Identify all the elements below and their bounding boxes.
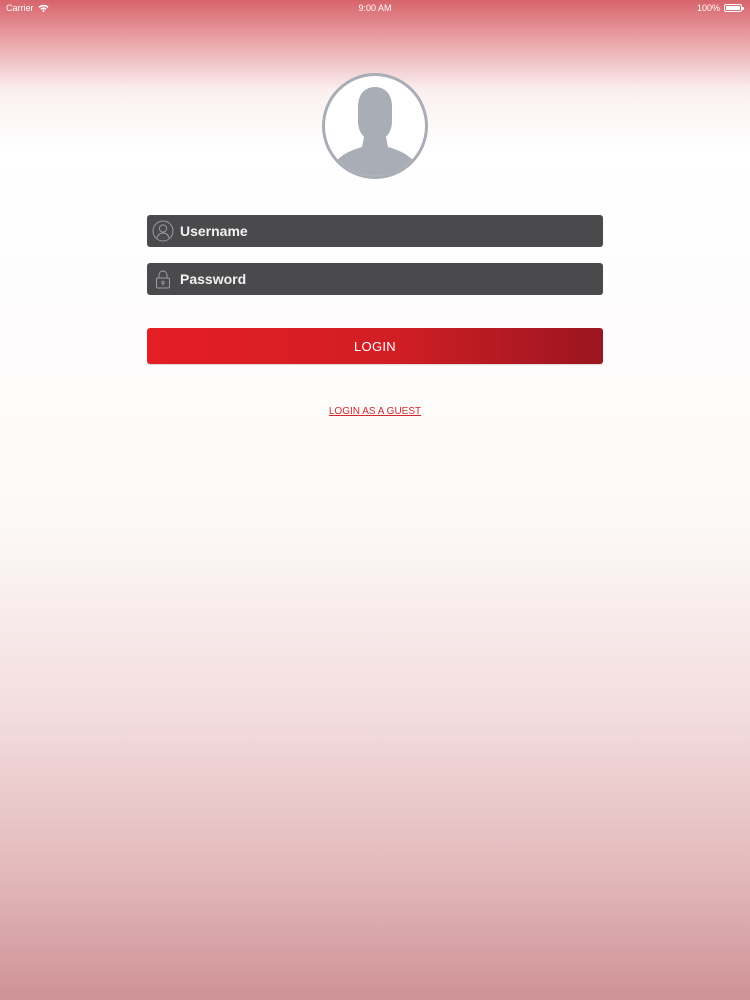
username-field[interactable]: Username [147,215,603,247]
lock-icon [152,268,174,290]
username-placeholder: Username [180,223,248,239]
login-as-guest-link[interactable]: LOGIN AS A GUEST [0,406,750,417]
password-placeholder: Password [180,271,247,287]
password-field[interactable]: Password [147,263,603,295]
user-outline-icon [152,220,174,242]
user-avatar [320,71,430,181]
battery-icon [724,4,744,12]
status-time: 9:00 AM [358,3,392,13]
battery-percent: 100% [696,3,720,13]
user-silhouette-icon [322,73,428,179]
status-bar: Carrier 9:00 AM 100% [0,0,750,16]
login-button[interactable]: LOGIN [147,328,603,364]
status-right: 100% [696,3,744,13]
